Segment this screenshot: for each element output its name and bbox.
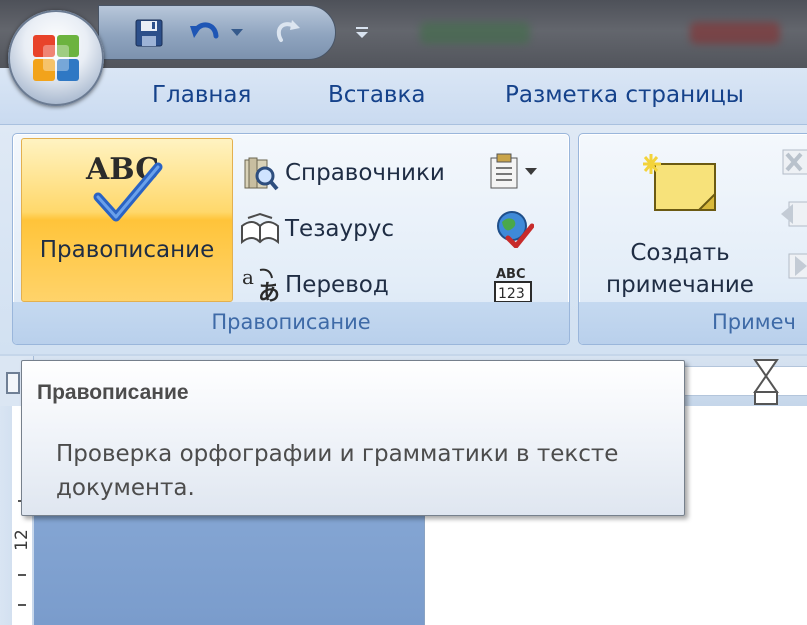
vertical-ruler-number: 12	[12, 529, 32, 551]
translate-label: Перевод	[285, 272, 389, 298]
ruler-tick	[18, 574, 26, 576]
new-comment-label-line2: примечание	[606, 272, 754, 298]
chevron-down-icon	[231, 29, 243, 36]
svg-text:ABC: ABC	[496, 267, 526, 282]
save-icon	[135, 19, 163, 47]
customize-toolbar-icon	[356, 27, 368, 38]
delete-comment-icon	[782, 149, 807, 175]
research-button[interactable]: Справочники	[239, 150, 445, 196]
svg-text:123: 123	[498, 286, 525, 302]
indent-marker-icon[interactable]	[752, 358, 780, 406]
proofing-group-label: Правописание	[13, 302, 569, 344]
previous-comment-icon	[781, 201, 807, 227]
research-icon	[244, 157, 279, 191]
delete-comment-button[interactable]	[779, 144, 807, 180]
comments-group: Создать примечание Примеч	[578, 133, 807, 345]
office-logo-icon	[33, 35, 79, 81]
undo-icon	[190, 22, 219, 39]
ribbon-tabs: Главная Вставка Разметка страницы	[0, 68, 807, 126]
ribbon: ABC Правописание Справочники Тезаурус a …	[0, 124, 807, 354]
save-button[interactable]	[131, 15, 167, 51]
translate-icon: a あ	[242, 266, 280, 304]
word-count-button[interactable]: ABC 123	[487, 262, 541, 306]
tab-insert[interactable]: Вставка	[328, 82, 425, 108]
set-language-icon	[497, 211, 534, 248]
svg-text:あ: あ	[258, 280, 280, 304]
redo-icon	[276, 20, 300, 42]
thesaurus-icon	[241, 212, 279, 245]
spelling-button[interactable]: ABC Правописание	[21, 138, 233, 302]
ruler-tick	[18, 604, 26, 606]
undo-dropdown-button[interactable]	[227, 15, 247, 51]
title-bar-blurred-element	[690, 22, 780, 44]
translation-tooltip-icon	[490, 153, 537, 189]
thesaurus-button[interactable]: Тезаурус	[239, 206, 394, 252]
quick-access-toolbar	[98, 5, 336, 60]
next-comment-icon	[788, 253, 807, 279]
spelling-check-icon: ABC	[85, 152, 163, 222]
redo-button[interactable]	[269, 15, 305, 51]
spelling-tooltip: Правописание Проверка орфографии и грамм…	[21, 360, 685, 516]
thesaurus-label: Тезаурус	[285, 216, 394, 242]
tooltip-title: Правописание	[37, 381, 189, 404]
word-count-icon: ABC 123	[494, 267, 532, 303]
tab-stop-icon	[6, 372, 20, 394]
title-bar	[0, 0, 807, 68]
new-comment-label-line1: Создать	[630, 240, 730, 266]
tooltip-description: Проверка орфографии и грамматики в текст…	[56, 441, 619, 501]
comments-group-label: Примеч	[579, 302, 807, 344]
previous-comment-button[interactable]	[779, 196, 807, 232]
title-bar-blurred-element	[420, 22, 530, 44]
next-comment-button[interactable]	[779, 248, 807, 284]
svg-text:a: a	[242, 266, 254, 289]
customize-toolbar-button[interactable]	[350, 20, 374, 44]
new-comment-icon	[643, 154, 716, 211]
new-comment-button[interactable]: Создать примечание	[585, 144, 775, 304]
set-language-button[interactable]	[487, 206, 541, 250]
research-label: Справочники	[285, 160, 445, 186]
undo-button[interactable]	[187, 15, 223, 51]
translation-tooltip-button[interactable]	[487, 150, 541, 194]
proofing-group: ABC Правописание Справочники Тезаурус a …	[12, 133, 570, 345]
spelling-button-label: Правописание	[39, 237, 215, 263]
tab-page-layout[interactable]: Разметка страницы	[505, 82, 744, 108]
tab-home[interactable]: Главная	[152, 82, 251, 108]
office-button[interactable]	[8, 10, 104, 106]
